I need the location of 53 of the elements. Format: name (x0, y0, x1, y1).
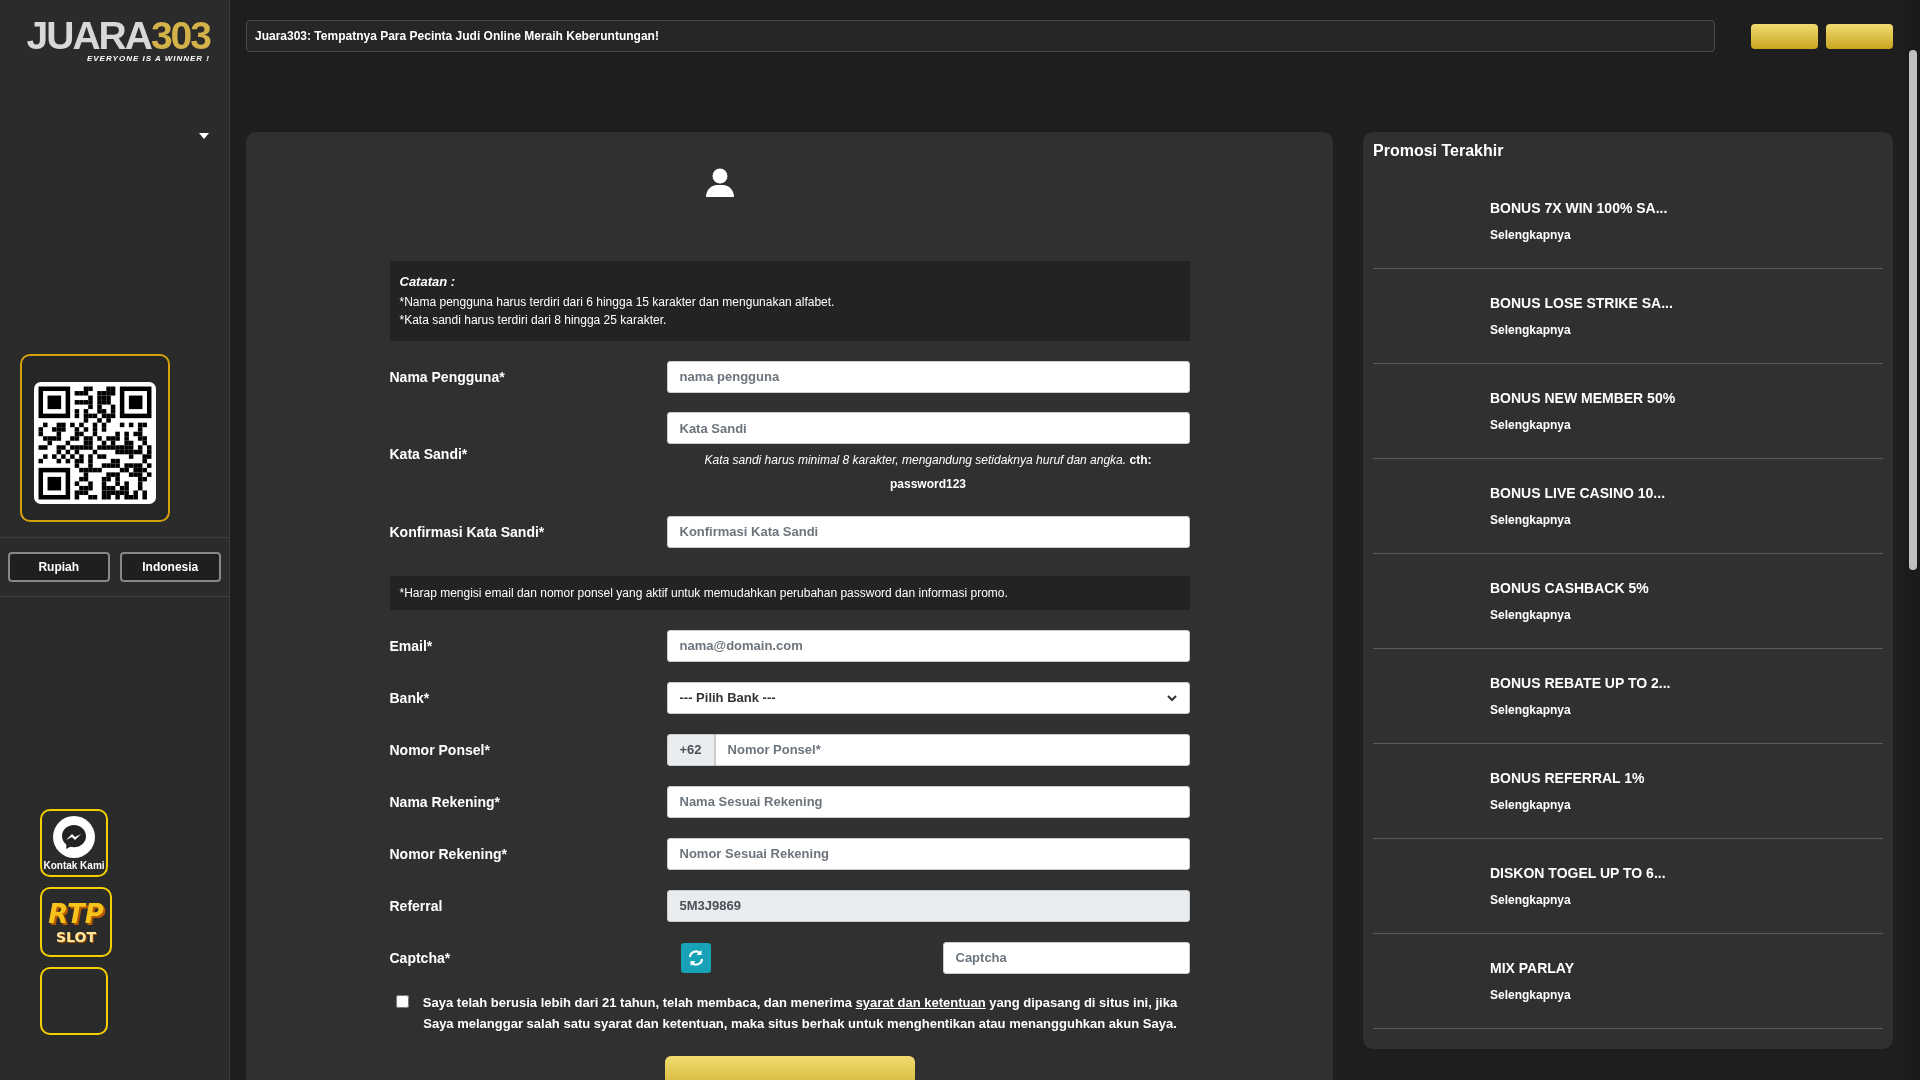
rtp-slot-button[interactable]: RTP SLOT (40, 887, 112, 957)
note-text: *Kata sandi harus terdiri dari 8 hingga 25 karakter. (399, 312, 668, 329)
note-title: Catatan : (399, 273, 457, 291)
promo-title: BONUS LIVE CASINO 10... (1490, 485, 1667, 501)
promo-title: BONUS REBATE UP TO 2... (1490, 675, 1672, 691)
panel-title: Promosi Terakhir (1373, 142, 1505, 160)
field-label: Konfirmasi Kata Sandi* (389, 523, 546, 540)
agreement-text: Saya telah berusia lebih dari 21 tahun, telah membaca, dan menerima syarat dan ketentuan yang dipasang di situs ini, jika Saya melanggar salah satu syarat dan ketentuan, maka situs berhak untuk menghentikan atau menangguhkan akun Saya. (421, 994, 1179, 1033)
field-label: Nomor Ponsel* (389, 741, 491, 758)
more-link[interactable]: Selengkapnya (1490, 988, 1571, 1002)
info-note: *Harap mengisi email dan nomor ponsel yang aktif untuk memudahkan perubahan password dan informasi promo. (389, 576, 1190, 610)
more-link[interactable]: Selengkapnya (1490, 798, 1571, 812)
language-button[interactable]: Indonesia (119, 552, 221, 582)
field-label: Kata Sandi* (389, 446, 469, 462)
site-logo[interactable]: JUARA303 EVERYONE IS A WINNER ! (0, 0, 210, 63)
text-field[interactable]: Nomor Sesuai Rekening (666, 837, 1190, 870)
field-label: Captcha* (389, 949, 452, 966)
text-field[interactable]: nama@domain.com (666, 629, 1190, 662)
more-link[interactable]: Selengkapnya (1490, 893, 1571, 907)
field-label: Nomor Rekening* (389, 845, 508, 862)
text-field[interactable]: nama pengguna (666, 360, 1190, 393)
promo-title: BONUS NEW MEMBER 50% (1490, 390, 1677, 406)
more-link[interactable]: Selengkapnya (1490, 228, 1571, 242)
referral-field[interactable]: 5M3J9869 (666, 889, 1190, 922)
promo-title: BONUS 7X WIN 100% SA... (1490, 200, 1669, 216)
text-field[interactable]: Nama Sesuai Rekening (666, 785, 1190, 818)
field-label: Bank* (389, 689, 431, 706)
password-field[interactable]: Kata Sandi (666, 412, 1190, 444)
more-link[interactable]: Selengkapnya (1490, 418, 1571, 432)
contact-button[interactable]: Kontak Kami (40, 809, 108, 877)
announcement-bar: Juara303: Tempatnya Para Pecinta Judi Online Meraih Keberuntungan! (246, 20, 1715, 52)
phone-field[interactable]: Nomor Ponsel* (714, 733, 1190, 766)
promo-title: BONUS LOSE STRIKE SA... (1490, 295, 1674, 311)
currency-button[interactable]: Rupiah (8, 552, 110, 582)
more-link[interactable]: Selengkapnya (1490, 323, 1571, 337)
terms-link[interactable]: syarat dan ketentuan (855, 995, 986, 1010)
country-code: +62 (666, 733, 715, 766)
more-link[interactable]: Selengkapnya (1490, 703, 1571, 717)
promo-title: MIX PARLAY (1490, 960, 1575, 976)
promo-title: BONUS CASHBACK 5% (1490, 580, 1650, 596)
field-label: Email* (389, 637, 434, 654)
password-hint: Kata sandi harus minimal 8 karakter, mengandung setidaknya huruf dan angka. cth: password123 (703, 452, 1153, 493)
note-text: *Nama pengguna harus terdiri dari 6 hingga 15 karakter dan mengunakan alfabet. (399, 294, 836, 311)
bank-select[interactable]: --- Pilih Bank --- (666, 681, 1190, 714)
more-link[interactable]: Selengkapnya (1490, 513, 1571, 527)
promo-title: BONUS REFERRAL 1% (1490, 770, 1646, 786)
field-label: Referral (389, 897, 444, 914)
more-link[interactable]: Selengkapnya (1490, 608, 1571, 622)
captcha-field[interactable]: Captcha (942, 941, 1190, 974)
field-label: Nama Pengguna* (389, 368, 506, 385)
password-field[interactable]: Konfirmasi Kata Sandi (666, 515, 1190, 548)
promo-title: DISKON TOGEL UP TO 6... (1490, 865, 1667, 881)
field-label: Nama Rekening* (389, 793, 501, 810)
